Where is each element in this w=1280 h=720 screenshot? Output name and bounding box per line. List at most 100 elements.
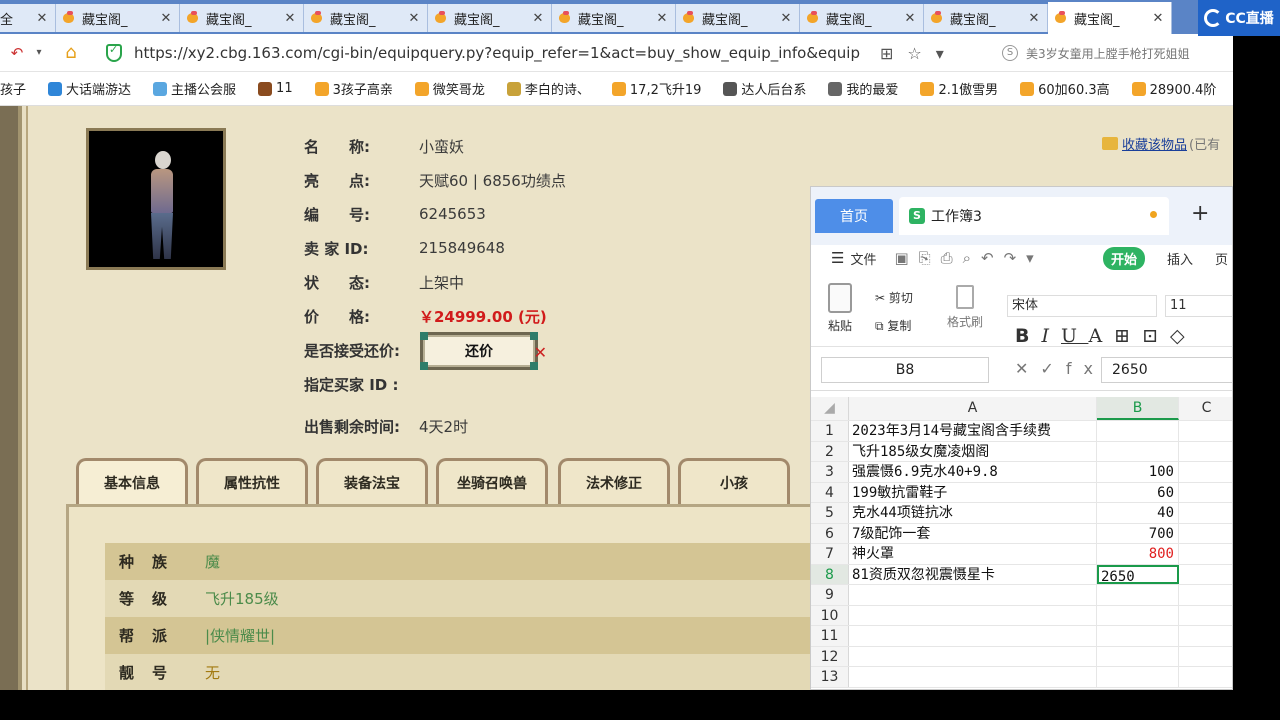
row-header[interactable]: 1: [811, 421, 849, 441]
url-field[interactable]: https://xy2.cbg.163.com/cgi-bin/equipque…: [100, 39, 990, 67]
cell-a[interactable]: 神火罩: [849, 544, 1097, 564]
cell-b[interactable]: 100: [1097, 462, 1179, 482]
game-tab[interactable]: 法术修正: [558, 458, 670, 504]
bookmark-item[interactable]: 孩子: [0, 79, 26, 98]
cell-c[interactable]: [1179, 585, 1232, 605]
cell-a[interactable]: 7级配饰一套: [849, 523, 1097, 543]
cell-c[interactable]: [1179, 606, 1232, 626]
chevron-down-icon[interactable]: ▾: [28, 47, 50, 58]
cell-a[interactable]: 2023年3月14号藏宝阁含手续费: [849, 421, 1097, 441]
close-icon[interactable]: ✕: [407, 11, 421, 26]
address-actions[interactable]: ⊞☆▾: [880, 44, 958, 63]
cell-a[interactable]: 飞升185级女魔凌烟阁: [849, 441, 1097, 461]
selected-cell[interactable]: 2650: [1097, 564, 1179, 585]
browser-tab[interactable]: 藏宝阁_ ✕: [1048, 2, 1172, 34]
cell-a[interactable]: [849, 667, 1097, 687]
row-header[interactable]: 11: [811, 626, 849, 646]
column-header[interactable]: C: [1179, 397, 1232, 420]
column-header[interactable]: A: [849, 397, 1097, 420]
formula-input[interactable]: 2650: [1101, 357, 1232, 383]
name-box[interactable]: B8: [821, 357, 989, 383]
cell-a[interactable]: 81资质双忽视震慑星卡: [849, 564, 1097, 584]
game-tab[interactable]: 属性抗性: [196, 458, 308, 504]
cell-c[interactable]: [1179, 442, 1232, 462]
cell-c[interactable]: [1179, 421, 1232, 441]
column-header[interactable]: B: [1097, 397, 1179, 420]
cell-b[interactable]: 700: [1097, 523, 1179, 543]
search-input[interactable]: S 美3岁女童用上膛手枪打死姐姐: [998, 40, 1233, 66]
cell-b[interactable]: 60: [1097, 482, 1179, 502]
row-header[interactable]: 4: [811, 482, 849, 502]
tab-start[interactable]: 开始: [1103, 247, 1146, 270]
bookmark-item[interactable]: 2.1傲雪男: [920, 79, 998, 98]
tab-insert[interactable]: 插入: [1167, 249, 1193, 268]
cell-b[interactable]: [1097, 605, 1179, 625]
paste-button[interactable]: 粘贴: [825, 279, 855, 334]
row-header[interactable]: 9: [811, 585, 849, 605]
cell-c[interactable]: [1179, 503, 1232, 523]
game-tab[interactable]: 基本信息: [76, 458, 188, 504]
browser-tab[interactable]: 藏宝阁_ ✕: [304, 4, 428, 32]
tab-page[interactable]: 页: [1215, 249, 1228, 268]
cell-c[interactable]: [1179, 524, 1232, 544]
bookmark-item[interactable]: 11: [258, 81, 293, 96]
format-painter-button[interactable]: 格式刷: [947, 285, 983, 330]
browser-tab[interactable]: 藏宝阁_ ✕: [924, 4, 1048, 32]
cut-button[interactable]: ✂ 剪切: [875, 289, 913, 306]
cell-a[interactable]: 199敏抗雷鞋子: [849, 482, 1097, 502]
cell-b[interactable]: 40: [1097, 503, 1179, 523]
close-icon[interactable]: ✕: [531, 11, 545, 26]
favorite-item[interactable]: 收藏该物品 (已有: [1102, 134, 1220, 153]
row-header[interactable]: 10: [811, 605, 849, 625]
bookmark-item[interactable]: 大话端游达: [48, 79, 131, 98]
text-style-buttons[interactable]: BIUA⊞⊡◇: [1015, 325, 1197, 347]
browser-tab[interactable]: 藏宝阁_ ✕: [676, 4, 800, 32]
bookmark-item[interactable]: 微笑哥龙: [414, 79, 485, 98]
cell-a[interactable]: 强震慑6.9克水40+9.8: [849, 462, 1097, 482]
back-dropdown-icon[interactable]: ↶: [6, 44, 28, 62]
tab-workbook[interactable]: S 工作簿3: [899, 197, 1169, 235]
cell-c[interactable]: [1179, 565, 1232, 585]
close-icon[interactable]: ✕: [283, 11, 297, 26]
font-family-select[interactable]: 宋体: [1007, 295, 1157, 317]
bookmark-item[interactable]: 3孩子高亲: [314, 79, 393, 98]
close-icon[interactable]: ✕: [159, 11, 173, 26]
copy-button[interactable]: ⧉ 复制: [875, 317, 911, 334]
cell-b[interactable]: 800: [1097, 544, 1179, 564]
bookmark-item[interactable]: 我的最爱: [828, 79, 898, 98]
cell-c[interactable]: [1179, 647, 1232, 667]
cell-a[interactable]: [849, 585, 1097, 605]
bookmark-item[interactable]: 达人后台系: [723, 79, 806, 98]
cell-c[interactable]: [1179, 667, 1232, 687]
file-menu[interactable]: ☰ 文件: [831, 249, 876, 268]
tab-home[interactable]: 首页: [815, 199, 893, 233]
cell-c[interactable]: [1179, 483, 1232, 503]
cell-b[interactable]: [1097, 421, 1179, 441]
cell-c[interactable]: [1179, 626, 1232, 646]
row-header[interactable]: 8: [811, 564, 849, 584]
bookmark-item[interactable]: 李白的诗、: [506, 79, 590, 98]
select-all-corner[interactable]: ◢: [811, 397, 849, 420]
row-header[interactable]: 2: [811, 441, 849, 461]
close-icon[interactable]: ✕: [903, 11, 917, 26]
counter-offer-button[interactable]: 还价 ✕: [420, 332, 547, 370]
bookmark-item[interactable]: 17,2飞升19: [611, 79, 701, 98]
browser-tab[interactable]: 藏宝阁_ ✕: [180, 4, 304, 32]
bookmark-item[interactable]: 28900.4阶: [1131, 79, 1216, 98]
browser-tab[interactable]: 藏宝阁_ ✕: [428, 4, 552, 32]
browser-tab[interactable]: 藏宝阁_ ✕: [552, 4, 676, 32]
game-tab[interactable]: 装备法宝: [316, 458, 428, 504]
cell-c[interactable]: [1179, 544, 1232, 564]
close-icon[interactable]: ✕: [35, 11, 49, 26]
row-header[interactable]: 6: [811, 523, 849, 543]
bookmark-item[interactable]: 60加60.3高: [1020, 79, 1110, 98]
cell-a[interactable]: [849, 605, 1097, 625]
game-tab[interactable]: 坐骑召唤兽: [436, 458, 548, 504]
row-header[interactable]: 5: [811, 503, 849, 523]
game-tab[interactable]: 小孩: [678, 458, 790, 504]
row-header[interactable]: 7: [811, 544, 849, 564]
cell-a[interactable]: [849, 626, 1097, 646]
cell-a[interactable]: [849, 646, 1097, 666]
close-icon[interactable]: ✕: [1027, 11, 1041, 26]
close-icon[interactable]: ✕: [1151, 11, 1165, 26]
